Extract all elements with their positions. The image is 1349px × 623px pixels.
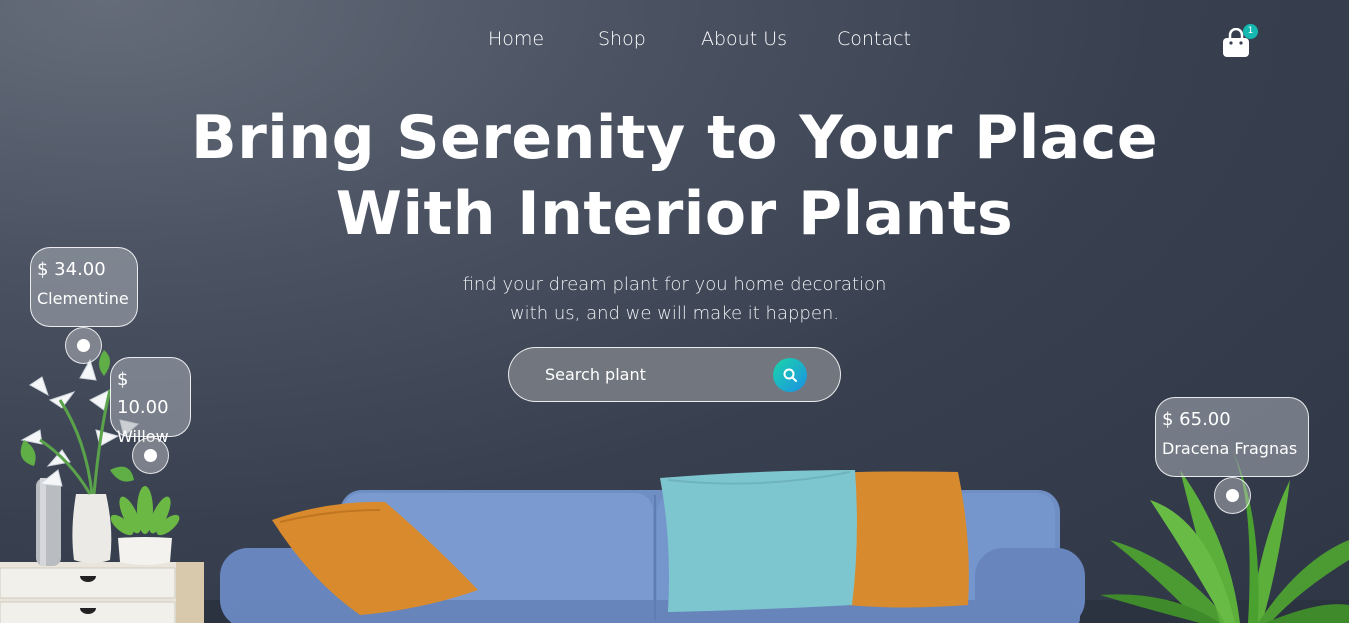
hotspot-dracena-fragnas[interactable] <box>1214 477 1251 514</box>
product-price: $ 10.00 <box>117 369 169 418</box>
nav-contact[interactable]: Contact <box>837 28 911 50</box>
hero-scene: Home Shop About Us Contact 1 Bring Seren… <box>0 0 1349 623</box>
search-icon <box>783 368 797 382</box>
hero-title-line2: With Interior Plants <box>335 179 1014 249</box>
product-price: $ 65.00 <box>1162 409 1231 430</box>
hotspot-willow[interactable] <box>132 437 169 474</box>
cart-button[interactable]: 1 <box>1222 24 1258 57</box>
hotspot-clementine[interactable] <box>65 327 102 364</box>
search-button[interactable] <box>773 358 807 392</box>
search-input[interactable]: Search plant <box>545 365 646 384</box>
hero-subtitle-line2: with us, and we will make it happen. <box>509 303 840 324</box>
hero-subtitle: find your dream plant for you home decor… <box>0 270 1349 328</box>
cabinet-illustration <box>0 562 204 623</box>
hero-title: Bring Serenity to Your Place With Interi… <box>0 100 1349 252</box>
product-price: $ 34.00 <box>37 259 106 280</box>
nav-shop[interactable]: Shop <box>598 28 646 50</box>
cart-count-badge: 1 <box>1243 24 1258 39</box>
product-tag-willow[interactable]: $ 10.00 Willow <box>110 357 191 446</box>
product-name: Clementine <box>37 289 129 308</box>
nav-about-us[interactable]: About Us <box>701 28 787 50</box>
succulent-plant <box>110 486 180 536</box>
product-name: Dracena Fragnas <box>1162 439 1298 458</box>
hero-subtitle-line1: find your dream plant for you home decor… <box>462 274 887 295</box>
nav-home[interactable]: Home <box>488 28 544 50</box>
hero-title-line1: Bring Serenity to Your Place <box>190 103 1159 173</box>
product-tag-clementine[interactable]: $ 34.00 Clementine <box>30 247 138 327</box>
search-bar[interactable]: Search plant <box>508 347 841 402</box>
pillow-teal <box>660 470 857 612</box>
product-tag-dracena-fragnas[interactable]: $ 65.00 Dracena Fragnas <box>1155 397 1309 477</box>
